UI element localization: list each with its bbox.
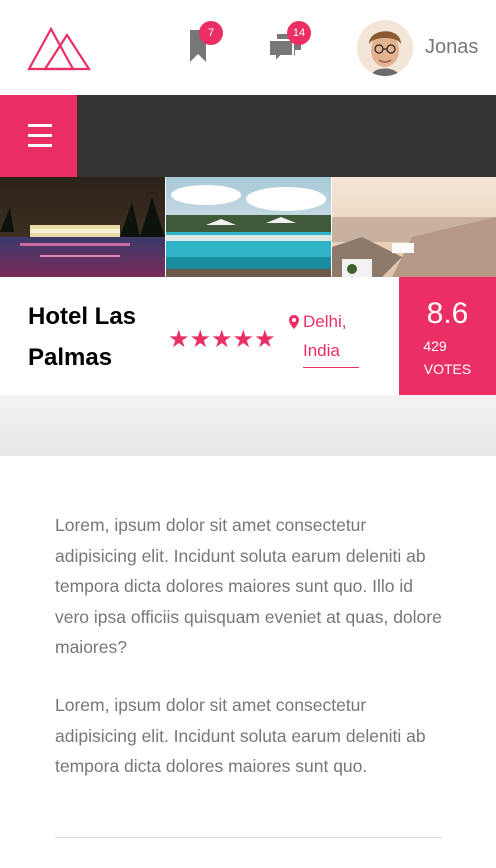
gallery-photo-day-pool[interactable] [166, 177, 331, 277]
hotel-description: Lorem, ipsum dolor sit amet consectetur … [0, 456, 496, 868]
hotel-location-link[interactable]: Delhi, India [303, 307, 359, 368]
map-pin-icon [289, 315, 299, 329]
nav-bar [0, 95, 496, 177]
hotel-overview: Hotel Las Palmas ★★★★★ Delhi, India 8.6 … [0, 277, 496, 395]
bookmark-count-badge: 7 [199, 21, 223, 45]
rating-average: 8.6 [426, 297, 469, 330]
description-paragraph: Lorem, ipsum dolor sit amet consectetur … [55, 695, 426, 776]
description-paragraph: Lorem, ipsum dolor sit amet consectetur … [55, 515, 442, 657]
hotel-name: Hotel Las Palmas [28, 303, 137, 371]
hotel-gallery [0, 177, 496, 277]
user-name[interactable]: Jonas [425, 36, 478, 59]
message-count-badge: 14 [287, 21, 311, 45]
user-avatar[interactable] [357, 20, 413, 76]
star-rating: ★★★★★ [168, 326, 276, 353]
gallery-photo-night-pool[interactable] [0, 177, 165, 277]
section-separator [0, 395, 496, 456]
rating-count: 429 [423, 338, 447, 354]
top-header: 7 14 Jonas [0, 0, 496, 95]
logo-icon[interactable] [27, 25, 91, 71]
menu-button[interactable] [0, 95, 77, 177]
divider [55, 837, 442, 838]
rating-box: 8.6 429 VOTES [399, 277, 496, 395]
rating-votes-label: VOTES [423, 361, 472, 377]
gallery-photo-seaside[interactable] [332, 177, 496, 277]
